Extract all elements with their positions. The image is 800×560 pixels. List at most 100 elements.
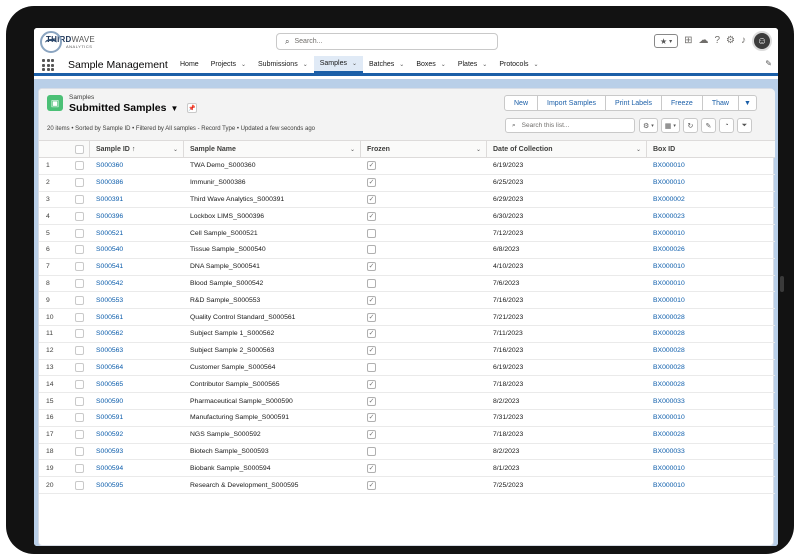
row-select-checkbox[interactable] <box>75 178 84 188</box>
list-view-switcher[interactable]: Submitted Samples ▼ <box>69 102 178 114</box>
nav-tab-submissions[interactable]: Submissions ⌄ <box>252 56 314 73</box>
table-row[interactable]: 17 S000592 NGS Sample_S000592 ✓ 7/18/2023 BX0… <box>39 427 775 444</box>
refresh-button[interactable]: ↻ <box>682 118 698 133</box>
row-select-checkbox[interactable] <box>75 295 84 305</box>
table-row[interactable]: 2 S000386 Immunir_S000386 ✓ 6/25/2023 BX00001… <box>39 175 775 192</box>
row-select-checkbox[interactable] <box>75 362 84 372</box>
box-id-link[interactable]: BX000002 <box>647 192 775 208</box>
box-id-link[interactable]: BX000028 <box>647 326 775 342</box>
import-samples-button[interactable]: Import Samples <box>537 95 607 111</box>
row-select-checkbox[interactable] <box>75 346 84 356</box>
row-select-checkbox[interactable] <box>75 245 84 255</box>
row-select-checkbox[interactable] <box>75 480 84 490</box>
row-select-checkbox[interactable] <box>75 413 84 423</box>
table-row[interactable]: 3 S000391 Third Wave Analytics_S000391 ✓ 6/2… <box>39 192 775 209</box>
chevron-down-icon[interactable]: ⌄ <box>441 61 446 68</box>
column-header-box-id[interactable]: Box ID <box>647 141 775 157</box>
sample-id-link[interactable]: S000521 <box>90 225 184 241</box>
sample-id-link[interactable]: S000396 <box>90 208 184 224</box>
app-launcher-icon[interactable] <box>42 59 54 71</box>
table-row[interactable]: 18 S000593 Biotech Sample_S000593 8/2/2023 B… <box>39 444 775 461</box>
box-id-link[interactable]: BX000033 <box>647 444 775 460</box>
chevron-down-icon[interactable]: ⌄ <box>352 60 357 67</box>
nav-tab-home[interactable]: Home <box>174 56 205 73</box>
chevron-down-icon[interactable]: ⌄ <box>534 61 539 68</box>
box-id-link[interactable]: BX000010 <box>647 292 775 308</box>
select-all-checkbox[interactable] <box>74 144 84 154</box>
freeze-button[interactable]: Freeze <box>661 95 703 111</box>
sample-id-link[interactable]: S000562 <box>90 326 184 342</box>
help-icon[interactable]: ? <box>714 34 720 48</box>
list-settings-button[interactable]: ⚙ ▾ <box>639 118 658 133</box>
row-select-checkbox[interactable] <box>75 211 84 221</box>
sample-id-link[interactable]: S000592 <box>90 427 184 443</box>
sample-id-link[interactable]: S000391 <box>90 192 184 208</box>
gear-icon[interactable]: ⚙ <box>726 34 735 48</box>
row-select-checkbox[interactable] <box>75 161 84 171</box>
box-id-link[interactable]: BX000028 <box>647 309 775 325</box>
box-id-link[interactable]: BX000010 <box>647 175 775 191</box>
list-search-input[interactable]: ⌕ Search this list... <box>505 118 635 133</box>
box-id-link[interactable]: BX000010 <box>647 225 775 241</box>
thaw-button[interactable]: Thaw <box>701 95 739 111</box>
row-select-checkbox[interactable] <box>75 194 84 204</box>
nav-tab-samples[interactable]: Samples ⌄ <box>313 56 363 73</box>
table-row[interactable]: 12 S000563 Subject Sample 2_S000563 ✓ 7/16/2… <box>39 343 775 360</box>
nav-tab-batches[interactable]: Batches ⌄ <box>363 56 410 73</box>
box-id-link[interactable]: BX000010 <box>647 158 775 174</box>
more-actions-button[interactable]: ▼ <box>737 95 757 111</box>
nav-tab-plates[interactable]: Plates ⌄ <box>452 56 494 73</box>
sample-id-link[interactable]: S000564 <box>90 360 184 376</box>
chevron-down-icon[interactable]: ⌄ <box>476 146 481 153</box>
print-labels-button[interactable]: Print Labels <box>605 95 663 111</box>
box-id-link[interactable]: BX000010 <box>647 276 775 292</box>
row-select-checkbox[interactable] <box>75 396 84 406</box>
box-id-link[interactable]: BX000010 <box>647 259 775 275</box>
table-row[interactable]: 9 S000553 R&D Sample_S000553 ✓ 7/16/2023 BX00… <box>39 292 775 310</box>
display-as-button[interactable]: ▦ ▾ <box>660 118 680 133</box>
sample-id-link[interactable]: S000386 <box>90 175 184 191</box>
box-id-link[interactable]: BX000028 <box>647 360 775 376</box>
filter-button[interactable]: ⏷ <box>736 118 752 133</box>
new-button[interactable]: New <box>504 95 539 111</box>
chevron-down-icon[interactable]: ⌄ <box>303 61 308 68</box>
table-row[interactable]: 13 S000564 Customer Sample_S000564 6/19/202… <box>39 360 775 377</box>
sample-id-link[interactable]: S000541 <box>90 259 184 275</box>
row-select-checkbox[interactable] <box>75 463 84 473</box>
row-select-checkbox[interactable] <box>75 446 84 456</box>
pin-icon[interactable]: 📌 <box>187 103 197 113</box>
column-header-sample-name[interactable]: Sample Name ⌄ <box>184 141 361 157</box>
box-id-link[interactable]: BX000010 <box>647 460 775 476</box>
table-row[interactable]: 4 S000396 Lockbox LIMS_S000396 ✓ 6/30/2023 BX… <box>39 208 775 226</box>
table-row[interactable]: 1 S000360 TWA Demo_S000360 ✓ 6/19/2023 BX0000… <box>39 158 775 175</box>
chevron-down-icon[interactable]: ⌄ <box>482 61 487 68</box>
chevron-down-icon[interactable]: ⌄ <box>636 146 641 153</box>
column-header-sample-id[interactable]: Sample ID ↑ ⌄ <box>90 141 184 157</box>
box-id-link[interactable]: BX000010 <box>647 477 775 493</box>
table-row[interactable]: 6 S000540 Tissue Sample_S000540 6/8/2023 BX0… <box>39 242 775 259</box>
chevron-down-icon[interactable]: ⌄ <box>399 61 404 68</box>
table-row[interactable]: 14 S000565 Contributor Sample_S000565 ✓ 7/18… <box>39 376 775 394</box>
sample-id-link[interactable]: S000540 <box>90 242 184 258</box>
column-header-date-of-collection[interactable]: Date of Collection ⌄ <box>487 141 647 157</box>
box-id-link[interactable]: BX000028 <box>647 376 775 392</box>
table-row[interactable]: 5 S000521 Cell Sample_S000521 7/12/2023 BX00… <box>39 225 775 242</box>
add-icon[interactable]: ⊞ <box>684 34 692 48</box>
sample-id-link[interactable]: S000591 <box>90 410 184 426</box>
sample-id-link[interactable]: S000595 <box>90 477 184 493</box>
nav-tab-boxes[interactable]: Boxes ⌄ <box>410 56 452 73</box>
sample-id-link[interactable]: S000565 <box>90 376 184 392</box>
sample-id-link[interactable]: S000553 <box>90 292 184 308</box>
sample-id-link[interactable]: S000542 <box>90 276 184 292</box>
table-row[interactable]: 16 S000591 Manufacturing Sample_S000591 ✓ 7/… <box>39 410 775 427</box>
row-select-checkbox[interactable] <box>75 262 84 272</box>
chevron-down-icon[interactable]: ⌄ <box>350 146 355 153</box>
chevron-down-icon[interactable]: ⌄ <box>241 61 246 68</box>
sample-id-link[interactable]: S000563 <box>90 343 184 359</box>
avatar[interactable]: ☺ <box>752 31 772 51</box>
bell-icon[interactable]: ♪ <box>741 34 746 48</box>
row-select-checkbox[interactable] <box>75 312 84 322</box>
box-id-link[interactable]: BX000033 <box>647 393 775 409</box>
table-row[interactable]: 19 S000594 Biobank Sample_S000594 ✓ 8/1/2023… <box>39 460 775 478</box>
inline-edit-button[interactable]: ✎ <box>700 118 716 133</box>
